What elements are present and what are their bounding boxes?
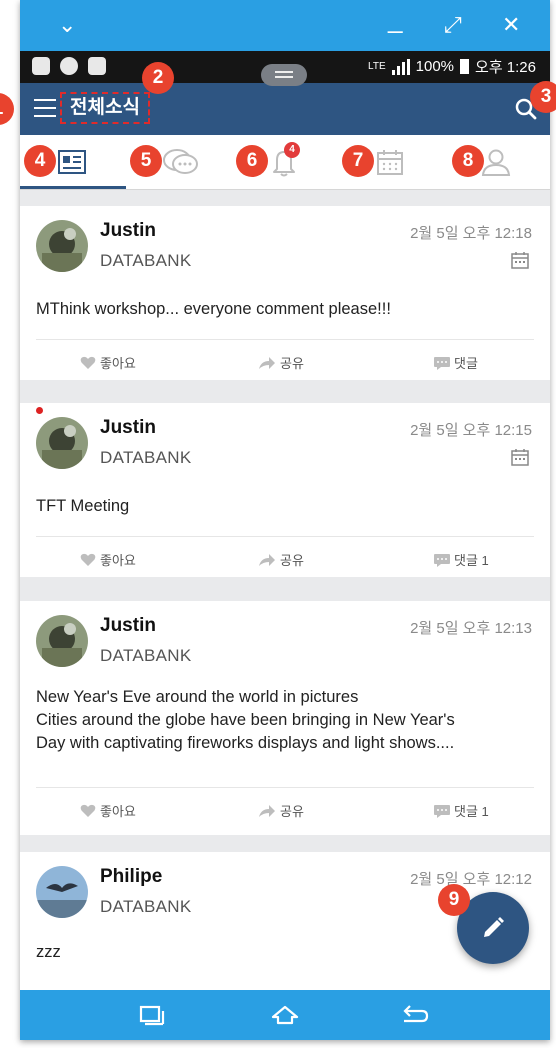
share-icon — [259, 804, 275, 817]
like-button[interactable]: 좋아요 — [80, 353, 136, 372]
page-title: 전체소식 — [60, 92, 150, 124]
image-icon — [88, 57, 106, 75]
callout-3: 3 — [530, 81, 556, 113]
calendar-icon — [511, 252, 529, 269]
post-time: 2월 5일 오후 12:18 — [410, 225, 532, 242]
clock: 오후 1:26 — [475, 59, 536, 76]
callout-5: 5 — [130, 145, 162, 177]
comment-button[interactable]: 댓글 1 — [434, 801, 489, 820]
avatar — [36, 220, 88, 272]
post-text-line: Day with captivating fireworks displays … — [36, 734, 455, 752]
post-text-line: New Year's Eve around the world in pictu… — [36, 688, 359, 706]
battery-icon — [460, 59, 470, 74]
share-label: 공유 — [280, 553, 304, 568]
comment-icon — [434, 356, 450, 370]
callout-9: 9 — [438, 884, 470, 916]
network-type: LTE — [368, 61, 386, 72]
share-icon — [259, 553, 275, 566]
heart-icon — [80, 356, 96, 369]
notification-icons — [32, 57, 106, 75]
home-icon[interactable] — [270, 1003, 300, 1027]
post-time: 2월 5일 오후 12:13 — [410, 620, 532, 637]
post-time: 2월 5일 오후 12:15 — [410, 422, 532, 439]
author-org: DATABANK — [100, 251, 192, 270]
callout-8: 8 — [452, 145, 484, 177]
callout-2: 2 — [142, 62, 174, 94]
post-actions: 좋아요 공유 댓글 — [36, 339, 534, 384]
pencil-icon — [484, 917, 504, 937]
post-time: 2월 5일 오후 12:12 — [410, 871, 532, 888]
notification-badge: 4 — [284, 142, 300, 158]
comment-label: 댓글 — [454, 356, 478, 371]
post-card[interactable]: Justin DATABANK 2월 5일 오후 12:15 TFT Meeti… — [20, 403, 550, 577]
like-button[interactable]: 좋아요 — [80, 801, 136, 820]
comment-button[interactable]: 댓글 — [434, 353, 478, 372]
sync-icon — [60, 57, 78, 75]
author-org: DATABANK — [100, 897, 192, 916]
post-text: MThink workshop... everyone comment plea… — [36, 300, 391, 318]
post-card[interactable]: Justin DATABANK 2월 5일 오후 12:13 New Year'… — [20, 601, 550, 835]
news-icon — [58, 150, 86, 174]
post-actions: 좋아요 공유 댓글 1 — [36, 787, 534, 832]
share-icon — [259, 356, 275, 369]
signal-icon — [391, 58, 410, 75]
minimize-button[interactable]: _ — [388, 2, 402, 36]
drag-handle[interactable] — [261, 64, 307, 86]
share-button[interactable]: 공유 — [258, 353, 304, 372]
callout-7: 7 — [342, 145, 374, 177]
post-actions: 좋아요 공유 댓글 1 — [36, 536, 534, 581]
post-text: New Year's Eve around the world in pictu… — [36, 686, 538, 755]
menu-icon[interactable] — [34, 99, 56, 119]
comment-label: 댓글 1 — [454, 804, 489, 819]
heart-icon — [80, 804, 96, 817]
share-button[interactable]: 공유 — [258, 801, 304, 820]
app-notification-icon — [32, 57, 50, 75]
callout-4: 4 — [24, 145, 56, 177]
author-org: DATABANK — [100, 448, 192, 467]
share-button[interactable]: 공유 — [258, 550, 304, 569]
news-feed: Justin DATABANK 2월 5일 오후 12:18 MThink wo… — [20, 190, 550, 990]
calendar-icon — [511, 449, 529, 466]
battery-percent: 100% — [415, 58, 455, 75]
comment-icon — [434, 804, 450, 818]
author-name[interactable]: Justin — [100, 220, 156, 242]
back-icon[interactable] — [400, 1003, 430, 1027]
author-name[interactable]: Justin — [100, 615, 156, 637]
callout-6: 6 — [236, 145, 268, 177]
avatar — [36, 417, 88, 469]
post-text-line: Cities around the globe have been bringi… — [36, 711, 455, 729]
like-label: 좋아요 — [100, 553, 136, 568]
share-label: 공유 — [280, 356, 304, 371]
avatar — [36, 866, 88, 918]
like-label: 좋아요 — [100, 356, 136, 371]
close-button[interactable]: ✕ — [502, 8, 520, 42]
post-text: TFT Meeting — [36, 497, 130, 515]
app-bar: 전체소식 — [20, 83, 550, 135]
author-org: DATABANK — [100, 646, 192, 665]
person-icon — [481, 149, 511, 176]
like-label: 좋아요 — [100, 804, 136, 819]
post-card[interactable]: Justin DATABANK 2월 5일 오후 12:18 MThink wo… — [20, 206, 550, 380]
heart-icon — [80, 553, 96, 566]
avatar — [36, 615, 88, 667]
window-title-bar: ⌄ _ ⤢ ✕ — [20, 0, 550, 51]
comment-button[interactable]: 댓글 1 — [434, 550, 489, 569]
comment-label: 댓글 1 — [454, 553, 489, 568]
callout-1: 1 — [0, 93, 14, 125]
expand-button[interactable]: ⤢ — [444, 8, 462, 42]
recent-apps-icon[interactable] — [137, 1003, 165, 1027]
collapse-button[interactable]: ⌄ — [58, 8, 76, 42]
comment-icon — [434, 553, 450, 567]
chat-icon — [163, 149, 198, 174]
unread-dot — [36, 407, 43, 414]
author-name[interactable]: Justin — [100, 417, 156, 439]
like-button[interactable]: 좋아요 — [80, 550, 136, 569]
share-label: 공유 — [280, 804, 304, 819]
system-nav-bar — [20, 990, 550, 1040]
author-name[interactable]: Philipe — [100, 866, 162, 888]
calendar-icon — [377, 150, 403, 175]
